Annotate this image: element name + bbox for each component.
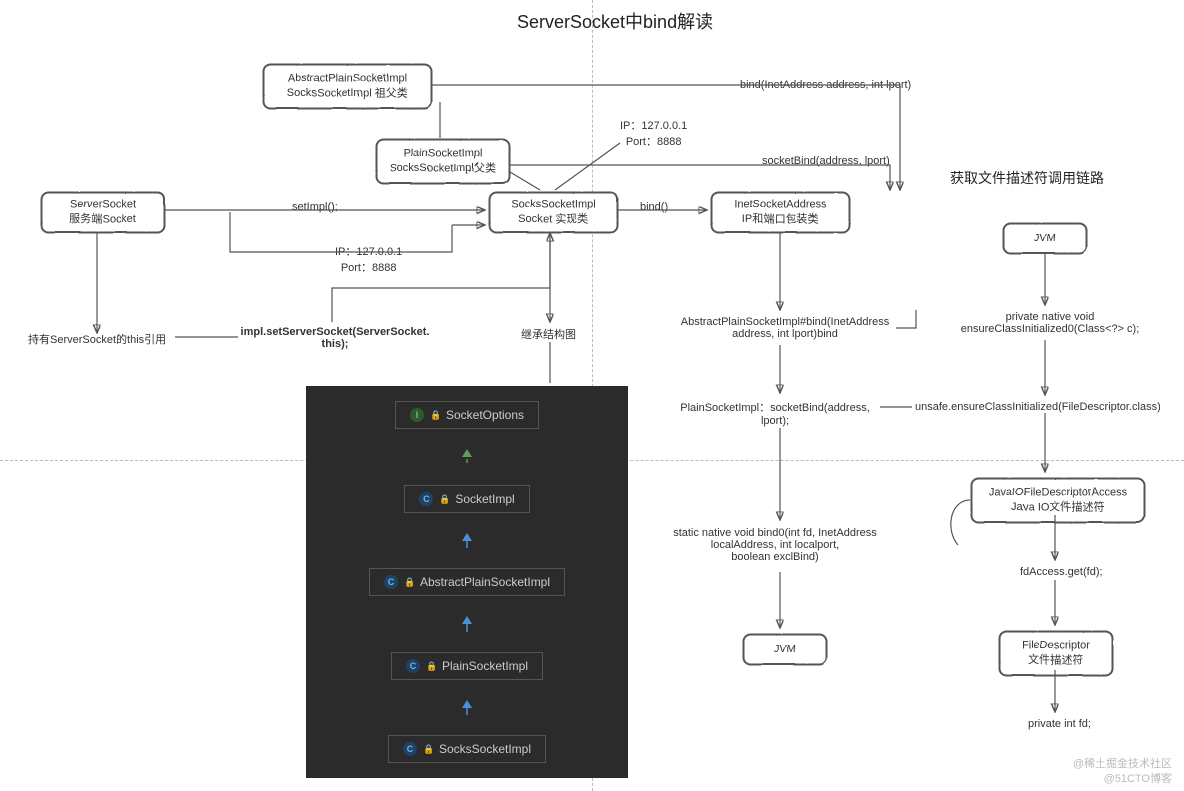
box-abstract-plain-socket-impl: AbstractPlainSocketImpl SocksSocketImpl …: [262, 63, 432, 109]
label-native-bind0: static native void bind0(int fd, InetAdd…: [660, 527, 890, 563]
label-private-native: private native void ensureClassInitializ…: [955, 311, 1145, 335]
watermark-51cto: @51CTO博客: [1104, 770, 1172, 786]
box-server-socket: ServerSocket 服务端Socket: [40, 191, 165, 233]
lock-icon: 🔒: [426, 661, 436, 671]
interface-icon: I: [410, 408, 424, 422]
lock-icon: 🔒: [404, 577, 414, 587]
label-ip-port-upper: IP：127.0.0.1 Port：8888: [620, 117, 687, 149]
lock-icon: 🔒: [430, 410, 440, 420]
uml-arrow-4: [457, 700, 477, 716]
box-plain-socket-impl: PlainSocketImpl SocksSocketImpl父类: [375, 138, 510, 184]
label-set-impl: setImpl();: [292, 201, 338, 213]
class-icon: C: [406, 659, 420, 673]
box-jvm-right: JVM: [1002, 222, 1087, 254]
uml-arrow-2: [457, 533, 477, 549]
uml-abstract-plain: C 🔒 AbstractPlainSocketImpl: [369, 568, 565, 596]
class-icon: C: [384, 575, 398, 589]
label-bind-call: bind(): [640, 201, 668, 213]
label-socket-bind: socketBind(address, lport): [762, 155, 890, 167]
box-file-descriptor: FileDescriptor 文件描述符: [998, 630, 1113, 676]
uml-plain-socket: C 🔒 PlainSocketImpl: [391, 652, 543, 680]
right-subtitle: 获取文件描述符调用链路: [950, 168, 1104, 188]
uml-socks-socket: C 🔒 SocksSocketImpl: [388, 735, 546, 763]
label-ip-port-lower: IP：127.0.0.1 Port：8888: [335, 243, 402, 275]
label-unsafe-ensure: unsafe.ensureClassInitialized(FileDescri…: [915, 401, 1161, 413]
box-inet-socket-address: InetSocketAddress IP和端口包装类: [710, 191, 850, 233]
label-inherit-diagram: 继承结构图: [521, 326, 576, 342]
class-icon: C: [403, 742, 417, 756]
label-private-int-fd: private int fd;: [1028, 718, 1091, 730]
lock-icon: 🔒: [439, 494, 449, 504]
label-abstract-bind: AbstractPlainSocketImpl#bind(InetAddress…: [675, 316, 895, 340]
label-fd-access-get: fdAccess.get(fd);: [1020, 566, 1103, 578]
label-hold-this: 持有ServerSocket的this引用: [28, 331, 166, 347]
uml-socket-impl: C 🔒 SocketImpl: [404, 485, 529, 513]
uml-arrow-3: [457, 616, 477, 632]
uml-arrow-1: [457, 449, 477, 465]
uml-socket-options: I 🔒 SocketOptions: [395, 401, 539, 429]
watermark-juejin: @稀土掘金技术社区: [1073, 755, 1172, 771]
box-java-io-file-descriptor-access: JavaIOFileDescriptorAccess Java IO文件描述符: [970, 477, 1145, 523]
box-socks-socket-impl: SocksSocketImpl Socket 实现类: [488, 191, 618, 233]
class-icon: C: [419, 492, 433, 506]
lock-icon: 🔒: [423, 744, 433, 754]
uml-inheritance-panel: I 🔒 SocketOptions C 🔒 SocketImpl C 🔒 Abs…: [306, 386, 628, 778]
label-plain-socket-bind: PlainSocketImpl：socketBind(address, lpor…: [675, 399, 875, 427]
label-impl-set-server: impl.setServerSocket(ServerSocket.this);: [240, 326, 430, 350]
label-bind-inet: bind(InetAddress address, int lport): [740, 79, 911, 91]
diagram-title: ServerSocket中bind解读: [517, 8, 713, 34]
box-jvm-center: JVM: [742, 633, 827, 665]
